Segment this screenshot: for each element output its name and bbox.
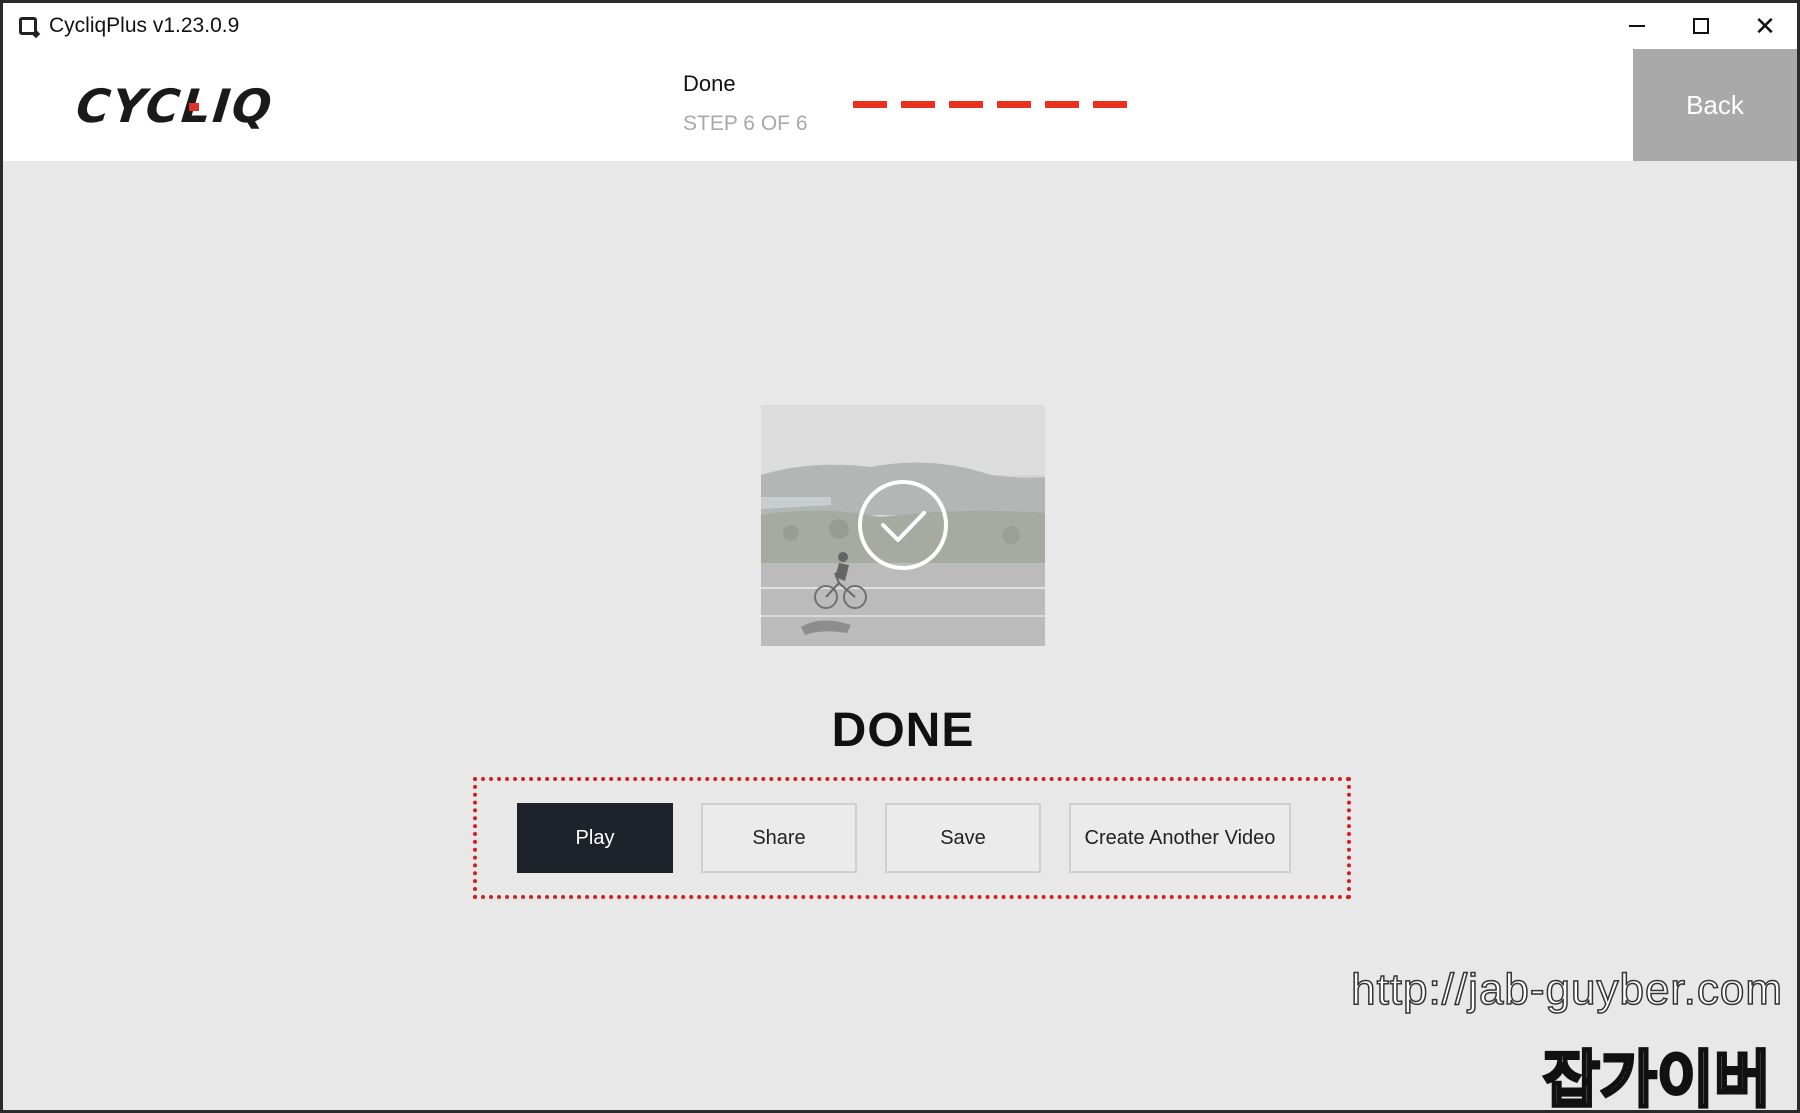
- watermark-name: 잡가이버: [1541, 1045, 1772, 1113]
- create-another-video-button[interactable]: Create Another Video: [1069, 803, 1291, 873]
- save-button[interactable]: Save: [885, 803, 1041, 873]
- progress-segment: [997, 101, 1031, 108]
- step-progress: [853, 101, 1127, 108]
- minimize-icon: [1629, 25, 1645, 27]
- minimize-button[interactable]: [1605, 3, 1669, 49]
- back-button[interactable]: Back: [1633, 49, 1797, 161]
- video-thumbnail: [761, 405, 1045, 646]
- step-title: Done: [683, 71, 736, 96]
- done-heading: DONE: [831, 704, 975, 757]
- maximize-button[interactable]: [1669, 3, 1733, 49]
- share-button[interactable]: Share: [701, 803, 857, 873]
- thumbnail-image: [761, 405, 1045, 646]
- close-button[interactable]: ✕: [1733, 3, 1797, 49]
- watermark-url: http://jab-guyber.com: [1350, 964, 1783, 1015]
- app-window: CycliqPlus v1.23.0.9 ✕ CYCLIQ Done STEP …: [0, 0, 1800, 1113]
- step-counter: STEP 6 OF 6: [683, 112, 808, 135]
- action-buttons-group: Play Share Save Create Another Video: [473, 777, 1351, 899]
- maximize-icon: [1693, 18, 1709, 34]
- progress-segment: [1045, 101, 1079, 108]
- progress-segment: [949, 101, 983, 108]
- progress-segment: [1093, 101, 1127, 108]
- progress-segment: [853, 101, 887, 108]
- logo-accent: [189, 103, 199, 111]
- play-button[interactable]: Play: [517, 803, 673, 873]
- window-controls: ✕: [1605, 3, 1797, 49]
- title-bar: CycliqPlus v1.23.0.9 ✕: [3, 3, 1797, 49]
- app-icon: [19, 17, 37, 35]
- progress-segment: [901, 101, 935, 108]
- window-title: CycliqPlus v1.23.0.9: [49, 14, 240, 37]
- cycliq-logo: CYCLIQ: [73, 79, 277, 133]
- close-icon: ✕: [1754, 11, 1776, 41]
- app-header: CYCLIQ Done STEP 6 OF 6 Back: [3, 49, 1797, 161]
